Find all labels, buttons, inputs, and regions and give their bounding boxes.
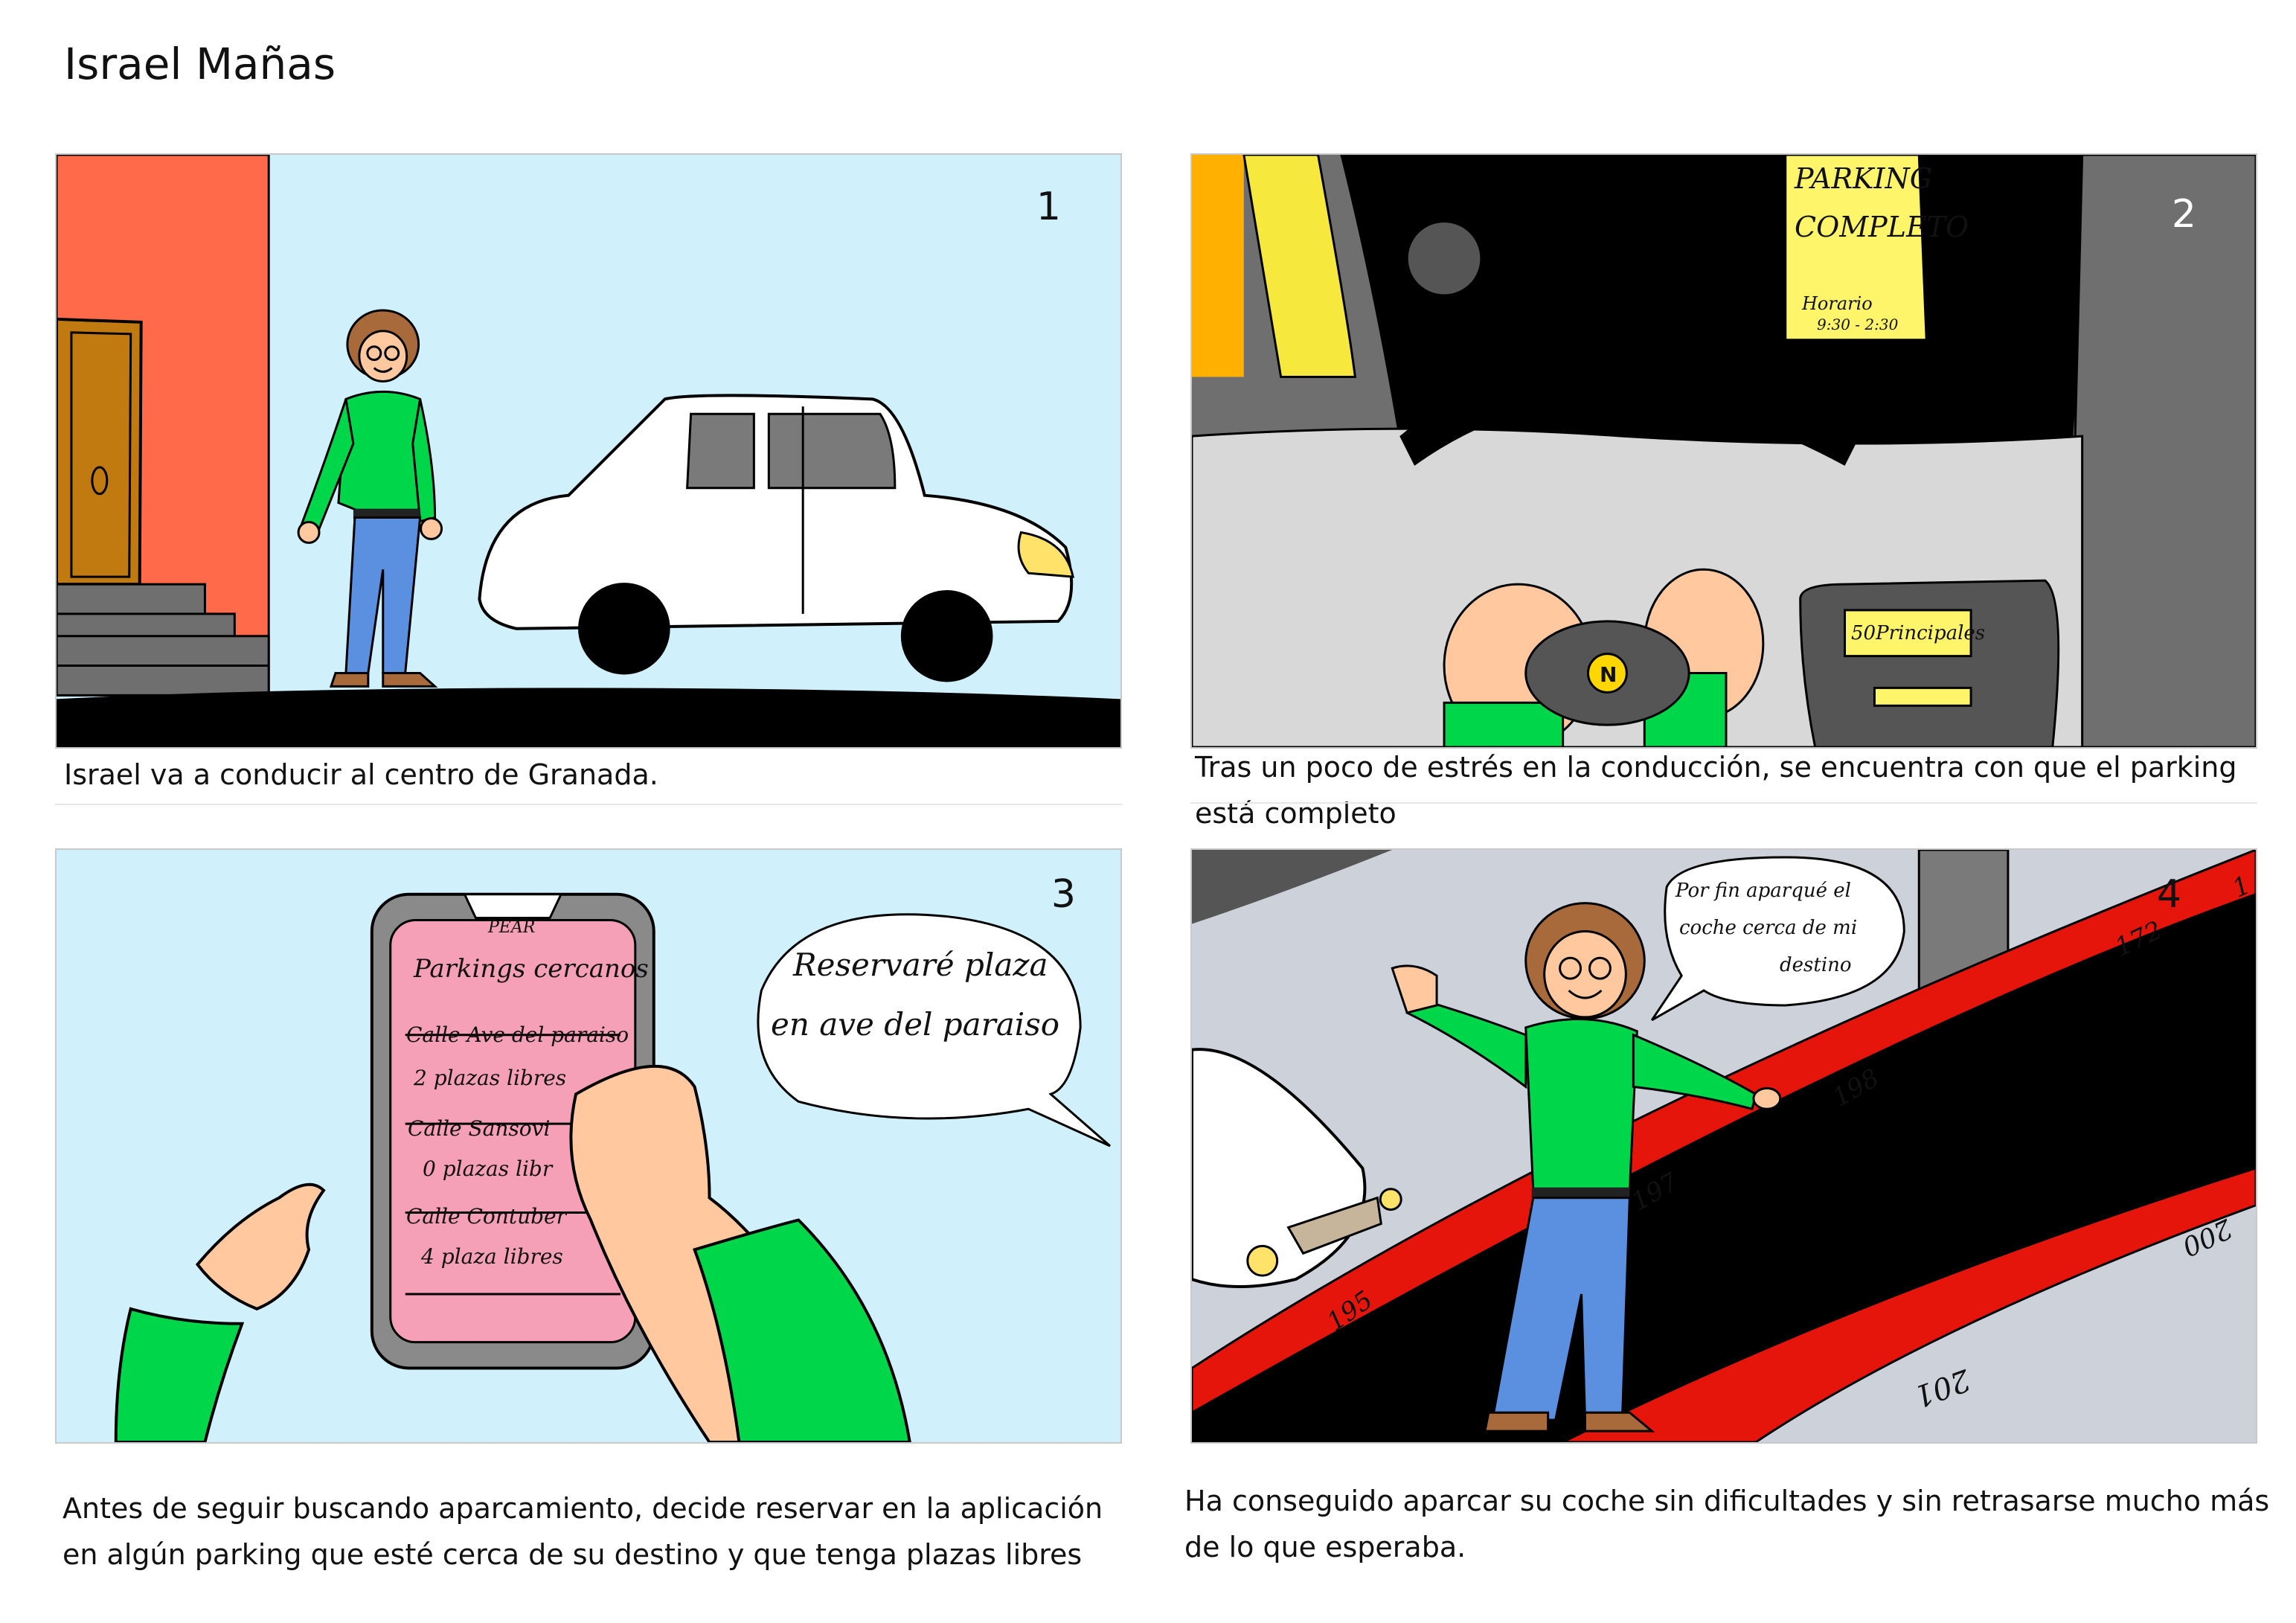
phone-item-street: Calle Contuber xyxy=(406,1204,566,1229)
phone-item-spaces: 4 plaza libres xyxy=(421,1244,563,1269)
sign-line-4: 9:30 - 2:30 xyxy=(1817,316,1899,333)
sign-line-2: COMPLETO xyxy=(1795,211,1969,243)
panel-number: 3 xyxy=(1051,872,1076,917)
phone-app-name: PEAR xyxy=(488,918,536,937)
panel-number: 1 xyxy=(1036,185,1061,229)
panel-2: PARKING COMPLETO Horario 9:30 - 2:30 50P… xyxy=(1190,153,2257,749)
panel-2-caption: Tras un poco de estrés en la conducción,… xyxy=(1195,751,2237,830)
panel-3-caption: Antes de seguir buscando aparcamiento, d… xyxy=(62,1492,1103,1571)
panel-number: 4 xyxy=(2156,872,2181,917)
phone-title: Parkings cercanos xyxy=(414,954,649,984)
radio-label: 50Principales xyxy=(1851,622,1986,644)
phone-item-spaces: 0 plazas libr xyxy=(423,1156,553,1181)
panel-4-caption: Ha conseguido aparcar su coche sin dific… xyxy=(1184,1485,2270,1563)
scene-phone-app xyxy=(57,850,1120,1442)
road xyxy=(57,688,1120,747)
mirror xyxy=(1405,220,1483,297)
divider xyxy=(55,804,1122,805)
speech-text-line-1: Reservaré plaza xyxy=(793,947,1048,983)
phone-item-street: Calle Ave del paraiso xyxy=(406,1022,629,1047)
panel-1: 1 xyxy=(55,153,1122,749)
wheel-logo-letter: N xyxy=(1600,662,1617,687)
sign-line-3: Horario xyxy=(1802,293,1873,314)
radio-unit xyxy=(1799,579,2060,747)
phone-item-spaces: 2 plazas libres xyxy=(414,1066,567,1090)
panel-4: Por fin aparqué el coche cerca de mi des… xyxy=(1190,848,2257,1444)
author-name: Israel Mañas xyxy=(64,39,336,89)
divider xyxy=(1190,802,2257,804)
sign-line-1: PARKING xyxy=(1795,162,1933,195)
panel-3: PEAR Parkings cercanos Calle Ave del par… xyxy=(55,848,1122,1444)
panel-1-caption: Israel va a conducir al centro de Granad… xyxy=(64,758,658,791)
panel-number: 2 xyxy=(2171,192,2196,237)
speech-text-line-1: Por fin aparqué el xyxy=(1675,880,1851,902)
speech-text-line-2: en ave del paraiso xyxy=(771,1006,1060,1043)
speech-text-line-3: destino xyxy=(1780,954,1852,976)
scene-street-car xyxy=(57,155,1120,747)
scene-car-interior xyxy=(1192,155,2256,747)
speech-text-line-2: coche cerca de mi xyxy=(1679,917,1858,939)
phone-item-street: Calle Sansovi xyxy=(408,1116,551,1141)
